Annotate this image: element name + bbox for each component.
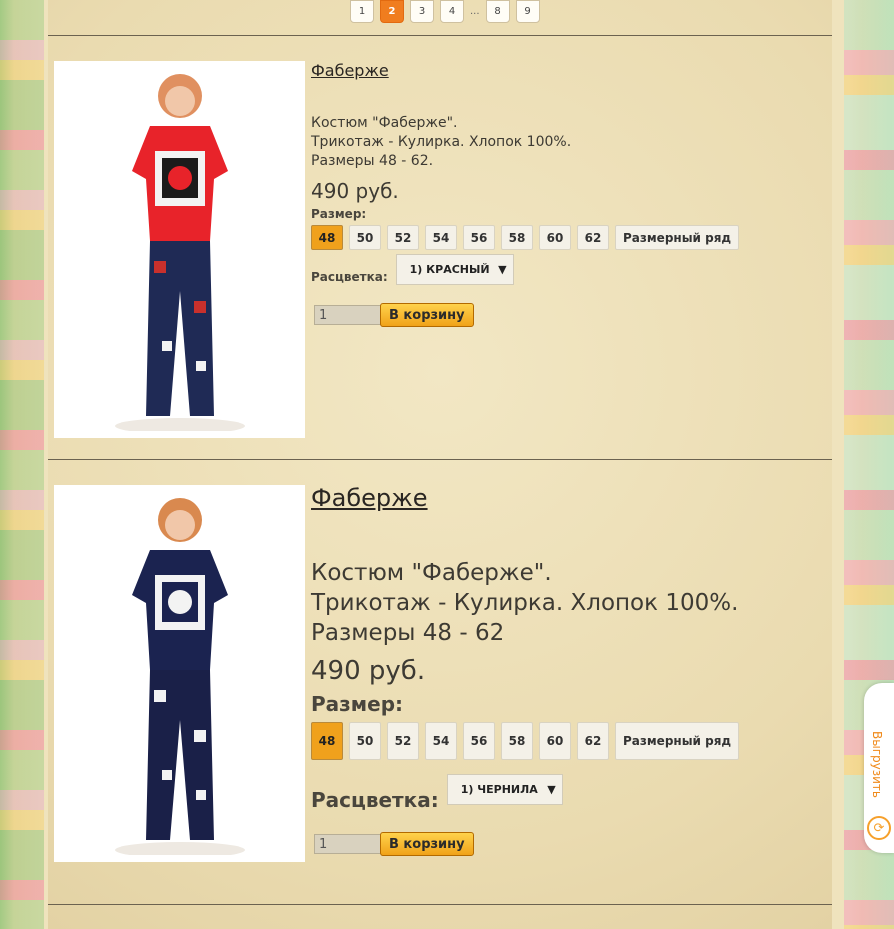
color-select[interactable]: 1) КРАСНЫЙ ▼ — [395, 254, 514, 285]
color-row: Расцветка: 1) ЧЕРНИЛА ▼ — [311, 766, 791, 812]
product-image[interactable] — [54, 485, 305, 862]
description-line: Трикотаж - Кулирка. Хлопок 100%. — [311, 590, 739, 616]
size-option-54[interactable]: 54 — [425, 722, 457, 760]
description-line: Костюм "Фаберже". — [311, 115, 458, 131]
product-photo-figure — [114, 498, 245, 855]
sync-icon: ⟳ — [867, 816, 891, 840]
page-link-3[interactable]: 3 — [410, 0, 434, 23]
description-line: Трикотаж - Кулирка. Хлопок 100%. — [311, 134, 572, 150]
size-label: Размер: — [311, 207, 367, 221]
size-label: Размер: — [311, 692, 404, 716]
add-to-cart-button[interactable]: В корзину — [380, 832, 474, 856]
size-option-56[interactable]: 56 — [463, 722, 495, 760]
size-option-48[interactable]: 48 — [311, 722, 343, 760]
export-side-tab-label: Выгрузить — [870, 731, 884, 798]
size-option-50[interactable]: 50 — [349, 225, 381, 250]
divider — [48, 35, 832, 36]
product-description: Костюм "Фаберже". Трикотаж - Кулирка. Хл… — [311, 114, 791, 171]
page-link-1[interactable]: 1 — [350, 0, 374, 23]
color-select-value: 1) ЧЕРНИЛА — [460, 782, 538, 796]
add-to-cart-row: В корзину — [311, 832, 791, 856]
product-card: Фаберже Костюм "Фаберже". Трикотаж - Кул… — [48, 40, 832, 459]
size-option-62[interactable]: 62 — [577, 225, 609, 250]
description-line: Размеры 48 - 62. — [311, 153, 434, 169]
size-option-52[interactable]: 52 — [387, 722, 419, 760]
page-link-9[interactable]: 9 — [515, 0, 540, 23]
description-line: Размеры 48 - 62 — [311, 620, 505, 646]
product-title-link[interactable]: Фаберже — [311, 61, 791, 80]
product-info: Фаберже Костюм "Фаберже". Трикотаж - Кул… — [311, 484, 791, 856]
color-label: Расцветка: — [311, 269, 388, 284]
dropdown-arrow-icon: ▼ — [547, 782, 556, 796]
color-select-value: 1) КРАСНЫЙ — [409, 263, 490, 276]
add-to-cart-button[interactable]: В корзину — [380, 303, 474, 327]
description-line: Костюм "Фаберже". — [311, 560, 552, 586]
pagination: 1 2 3 4 ... 8 9 — [350, 0, 540, 23]
page-link-4[interactable]: 4 — [440, 0, 464, 23]
size-chart-button[interactable]: Размерный ряд — [615, 722, 740, 760]
page-link-8[interactable]: 8 — [485, 0, 510, 23]
product-price: 490 руб. — [311, 656, 426, 686]
size-chart-button[interactable]: Размерный ряд — [615, 225, 740, 250]
size-option-62[interactable]: 62 — [577, 722, 609, 760]
product-price: 490 руб. — [311, 179, 399, 203]
size-option-58[interactable]: 58 — [501, 225, 533, 250]
size-option-50[interactable]: 50 — [349, 722, 381, 760]
dropdown-arrow-icon: ▼ — [498, 263, 507, 276]
size-option-52[interactable]: 52 — [387, 225, 419, 250]
add-to-cart-row: В корзину — [311, 303, 791, 327]
pagination-ellipsis: ... — [470, 6, 480, 17]
product-info: Фаберже Костюм "Фаберже". Трикотаж - Кул… — [311, 61, 791, 327]
quantity-input[interactable] — [314, 305, 382, 325]
product-photo-figure — [114, 74, 245, 431]
product-description: Костюм "Фаберже". Трикотаж - Кулирка. Хл… — [311, 558, 791, 648]
product-title-link[interactable]: Фаберже — [311, 484, 791, 512]
size-option-60[interactable]: 60 — [539, 722, 571, 760]
size-option-56[interactable]: 56 — [463, 225, 495, 250]
export-side-tab[interactable]: Выгрузить ⟳ — [864, 683, 894, 853]
color-select[interactable]: 1) ЧЕРНИЛА ▼ — [446, 773, 563, 805]
size-options: 48 50 52 54 56 58 60 62 Размерный ряд — [311, 722, 791, 760]
divider — [48, 459, 832, 460]
product-image[interactable] — [54, 61, 305, 438]
divider — [48, 904, 832, 905]
color-label: Расцветка: — [311, 788, 439, 812]
size-option-60[interactable]: 60 — [539, 225, 571, 250]
size-option-48[interactable]: 48 — [311, 225, 343, 250]
quantity-input[interactable] — [314, 834, 382, 854]
left-floral-border — [0, 0, 44, 929]
page-link-2-current[interactable]: 2 — [380, 0, 404, 23]
color-row: Расцветка: 1) КРАСНЫЙ ▼ — [311, 254, 791, 285]
size-option-54[interactable]: 54 — [425, 225, 457, 250]
size-options: 48 50 52 54 56 58 60 62 Размерный ряд — [311, 225, 791, 250]
size-option-58[interactable]: 58 — [501, 722, 533, 760]
product-card: Фаберже Костюм "Фаберже". Трикотаж - Кул… — [48, 464, 832, 904]
